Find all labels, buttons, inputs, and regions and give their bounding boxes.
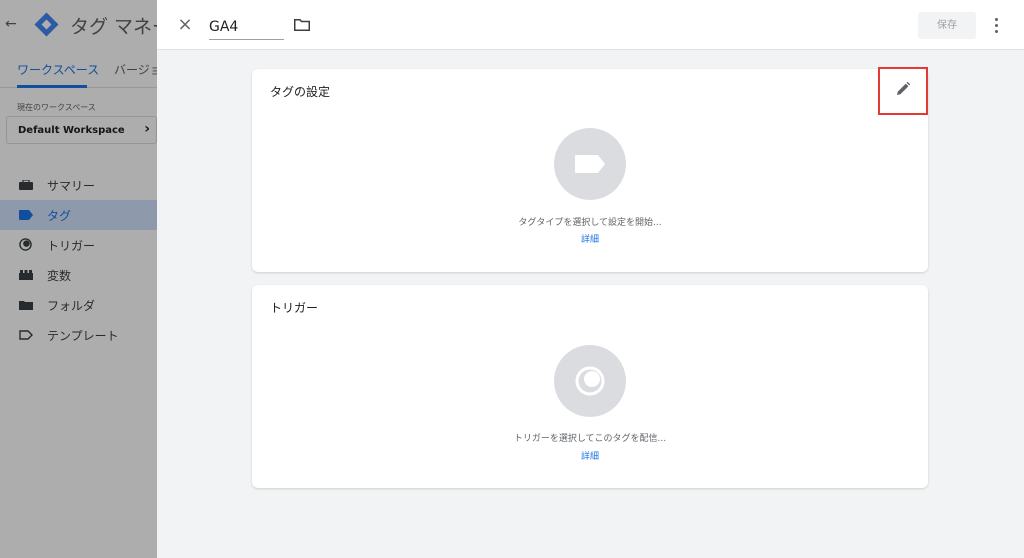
tag-configuration-card[interactable]: タグの設定 タグタイプを選択して設定を開始... 詳細 [252, 67, 928, 272]
more-vert-icon[interactable] [989, 14, 1003, 36]
trigger-placeholder[interactable] [554, 345, 626, 417]
tag-editor-panel: × 保存 タグの設定 タグタイプを選択して設定を開始... 詳細 トリガー トリ… [157, 0, 1024, 558]
triggering-card[interactable]: トリガー トリガーを選択してこのタグを配信... 詳細 [252, 285, 928, 488]
tag-icon [575, 155, 605, 173]
tag-name-input[interactable] [209, 14, 284, 40]
learn-more-link[interactable]: 詳細 [252, 232, 928, 245]
trigger-icon [575, 366, 605, 396]
pencil-icon[interactable] [895, 81, 911, 97]
card-title: タグの設定 [270, 85, 331, 99]
trigger-hint: トリガーを選択してこのタグを配信... [513, 434, 667, 444]
card-title: トリガー [270, 301, 319, 315]
learn-more-link[interactable]: 詳細 [252, 449, 928, 462]
tag-type-placeholder[interactable] [554, 128, 626, 200]
folder-icon[interactable] [294, 19, 310, 31]
modal-scrim[interactable] [0, 0, 157, 558]
close-button[interactable]: × [175, 14, 195, 36]
tag-config-hint: タグタイプを選択して設定を開始... [518, 218, 662, 228]
panel-header: × 保存 [157, 0, 1024, 50]
save-button[interactable]: 保存 [918, 12, 976, 39]
